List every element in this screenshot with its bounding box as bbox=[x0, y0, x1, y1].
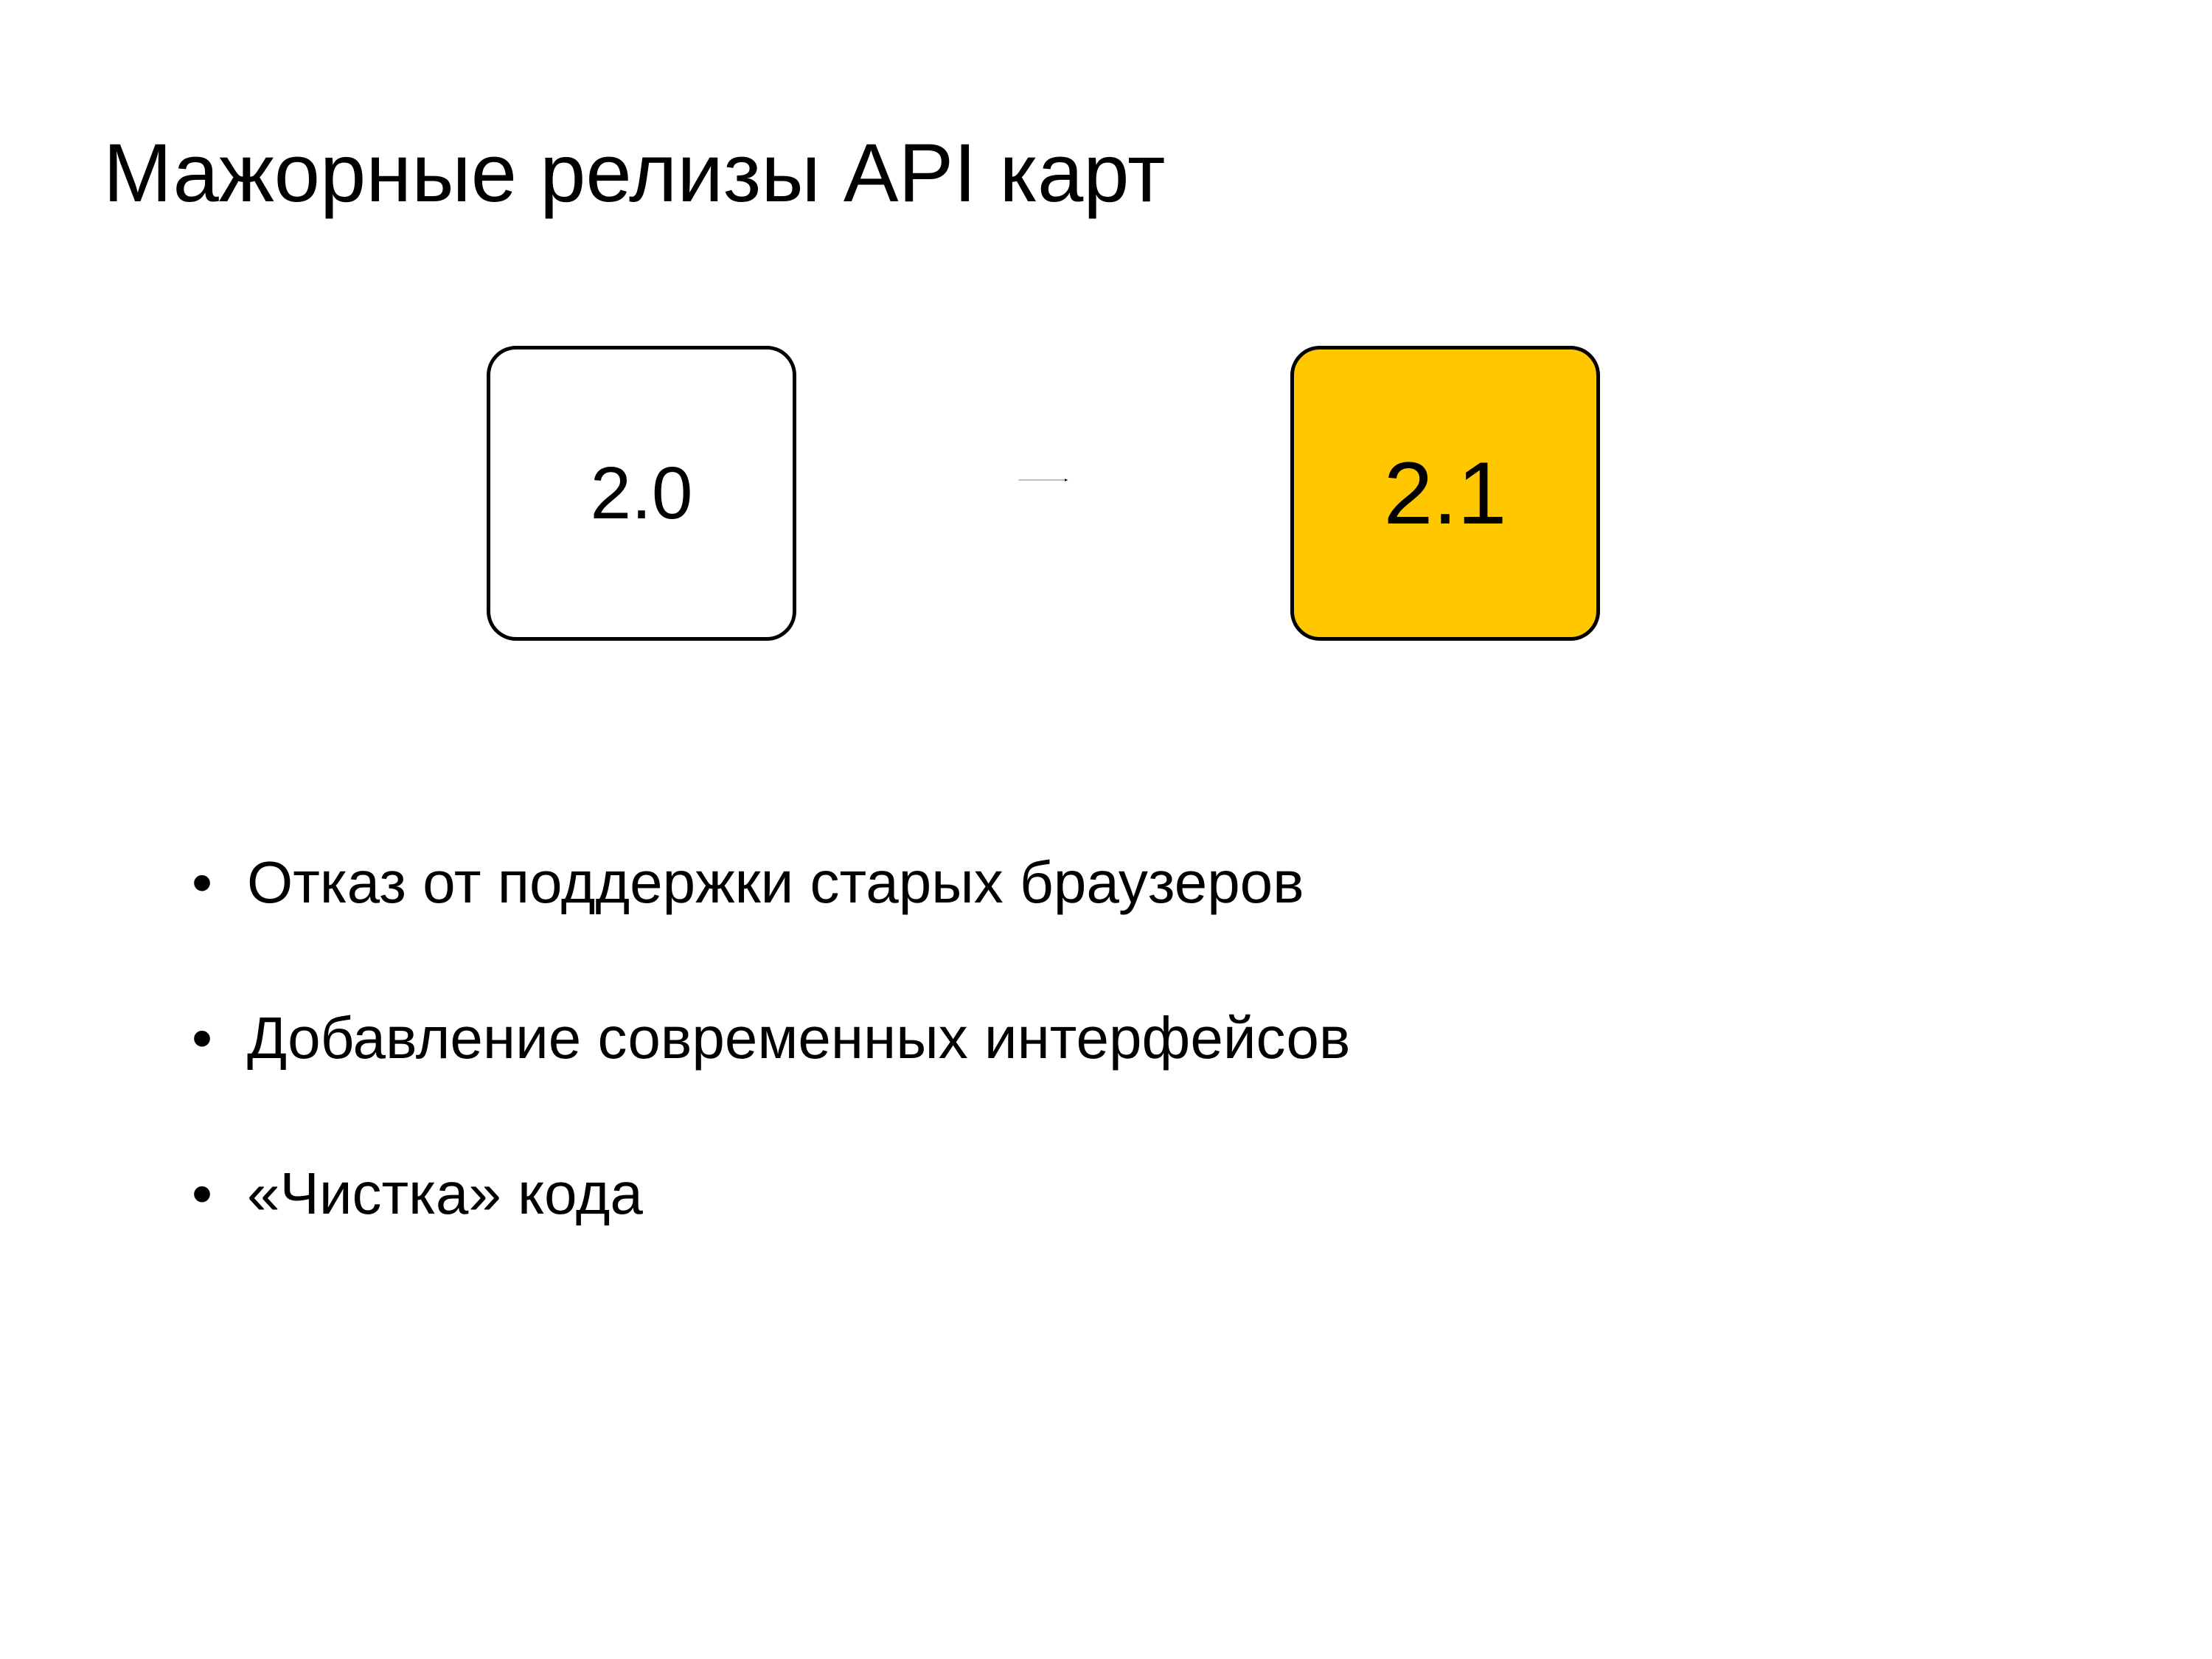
list-item: Добавление современных интерфейсов bbox=[192, 1003, 2109, 1074]
slide-title: Мажорные релизы API карт bbox=[103, 125, 2109, 220]
arrow-icon bbox=[796, 479, 1290, 481]
node-version-old: 2.0 bbox=[487, 346, 796, 641]
bullet-list: Отказ от поддержки старых браузеров Доба… bbox=[133, 847, 2109, 1229]
slide: Мажорные релизы API карт 2.0 2.1 Отказ о… bbox=[0, 0, 2212, 1659]
list-item: «Чистка» кода bbox=[192, 1158, 2109, 1229]
node-version-new: 2.1 bbox=[1290, 346, 1600, 641]
version-diagram: 2.0 2.1 bbox=[487, 346, 1593, 685]
node-version-new-label: 2.1 bbox=[1384, 442, 1507, 544]
node-version-old-label: 2.0 bbox=[590, 451, 692, 536]
list-item: Отказ от поддержки старых браузеров bbox=[192, 847, 2109, 918]
